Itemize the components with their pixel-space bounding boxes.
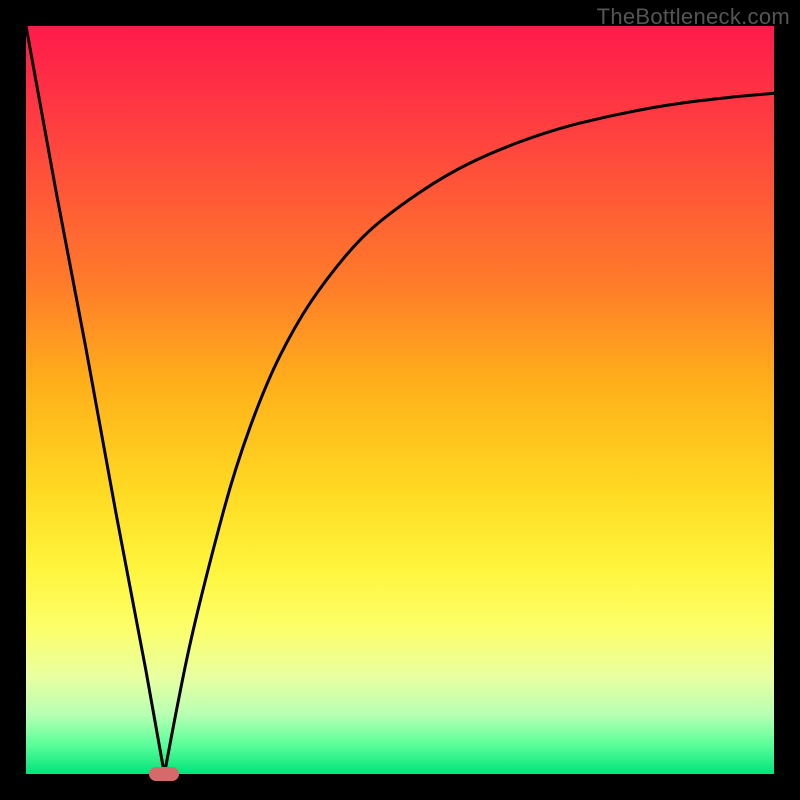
chart-frame: TheBottleneck.com (0, 0, 800, 800)
balanced-point-marker (149, 767, 179, 781)
bottleneck-curve (26, 26, 774, 774)
plot-area (26, 26, 774, 774)
